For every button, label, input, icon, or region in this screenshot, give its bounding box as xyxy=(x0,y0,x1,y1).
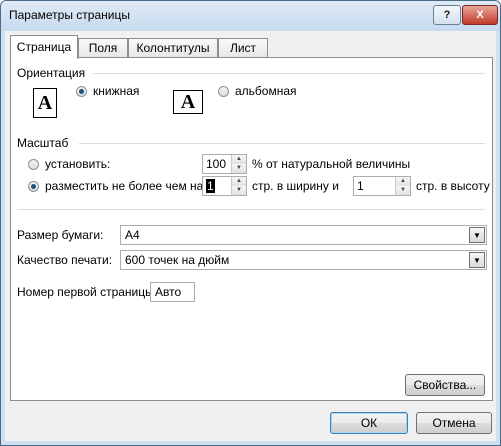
spin-down-icon[interactable]: ▼ xyxy=(396,186,410,195)
spinner-buttons: ▲ ▼ xyxy=(231,155,246,173)
paper-size-label: Размер бумаги: xyxy=(17,228,104,242)
fit-pages-tall-spinner[interactable]: 1 ▲ ▼ xyxy=(353,176,411,196)
fit-pages-wide-spinner[interactable]: 1 ▲ ▼ xyxy=(202,176,247,196)
dialog-client-area: Страница Поля Колонтитулы Лист Ориентаци… xyxy=(5,31,496,441)
title-bar: Параметры страницы ? X xyxy=(1,1,500,31)
spin-down-icon[interactable]: ▼ xyxy=(232,186,246,195)
adjust-percent-suffix: % от натуральной величины xyxy=(252,157,411,171)
fit-pages-wide-suffix: стр. в ширину и xyxy=(252,179,339,193)
tab-header-footer[interactable]: Колонтитулы xyxy=(128,38,218,58)
adjust-to-label[interactable]: установить: xyxy=(45,157,110,171)
spinner-buttons: ▲ ▼ xyxy=(395,177,410,195)
fit-to-label[interactable]: разместить не более чем на: xyxy=(45,179,207,193)
landscape-radio[interactable] xyxy=(218,86,229,97)
portrait-radio[interactable] xyxy=(76,86,87,97)
print-quality-dropdown[interactable]: 600 точек на дюйм ▼ xyxy=(120,250,487,270)
tab-page-content: Ориентация A книжная A альбомная Масштаб… xyxy=(10,57,493,401)
landscape-page-icon: A xyxy=(173,90,203,114)
fit-pages-wide-value: 1 xyxy=(206,179,215,193)
portrait-label[interactable]: книжная xyxy=(93,84,139,98)
fit-pages-tall-value: 1 xyxy=(357,179,364,193)
orientation-divider xyxy=(93,73,485,74)
scaling-bottom-divider xyxy=(17,209,485,210)
scaling-divider xyxy=(79,143,485,144)
help-icon: ? xyxy=(443,9,451,21)
adjust-percent-spinner[interactable]: 100 ▲ ▼ xyxy=(202,154,247,174)
scaling-group-label: Масштаб xyxy=(17,136,69,150)
ok-button[interactable]: ОК xyxy=(330,412,408,434)
print-quality-label: Качество печати: xyxy=(17,253,113,267)
options-button[interactable]: Свойства... xyxy=(405,374,485,396)
print-quality-value: 600 точек на дюйм xyxy=(125,253,230,267)
adjust-percent-value: 100 xyxy=(206,157,227,171)
fit-pages-wide-value-wrap: 1 xyxy=(206,179,215,193)
landscape-label[interactable]: альбомная xyxy=(235,84,297,98)
chevron-down-icon[interactable]: ▼ xyxy=(469,252,485,268)
portrait-page-icon: A xyxy=(33,88,57,118)
tab-margins[interactable]: Поля xyxy=(78,38,128,58)
close-icon: X xyxy=(476,9,484,21)
cancel-button[interactable]: Отмена xyxy=(416,412,492,434)
first-page-number-input[interactable]: Авто xyxy=(150,282,195,302)
window-title: Параметры страницы xyxy=(9,8,130,22)
orientation-group-label: Ориентация xyxy=(17,66,86,80)
fit-to-radio[interactable] xyxy=(28,181,39,192)
page-setup-dialog: Параметры страницы ? X Страница Поля Кол… xyxy=(0,0,501,446)
close-button[interactable]: X xyxy=(462,5,498,25)
tab-page[interactable]: Страница xyxy=(10,35,78,59)
paper-size-value: A4 xyxy=(125,228,140,242)
first-page-number-label: Номер первой страницы: xyxy=(17,285,158,299)
chevron-down-icon[interactable]: ▼ xyxy=(469,227,485,243)
fit-pages-tall-suffix: стр. в высоту xyxy=(416,179,490,193)
help-button[interactable]: ? xyxy=(433,5,461,25)
spinner-buttons: ▲ ▼ xyxy=(231,177,246,195)
spin-down-icon[interactable]: ▼ xyxy=(232,164,246,173)
tab-sheet[interactable]: Лист xyxy=(218,38,268,58)
adjust-to-radio[interactable] xyxy=(28,159,39,170)
paper-size-dropdown[interactable]: A4 ▼ xyxy=(120,225,487,245)
